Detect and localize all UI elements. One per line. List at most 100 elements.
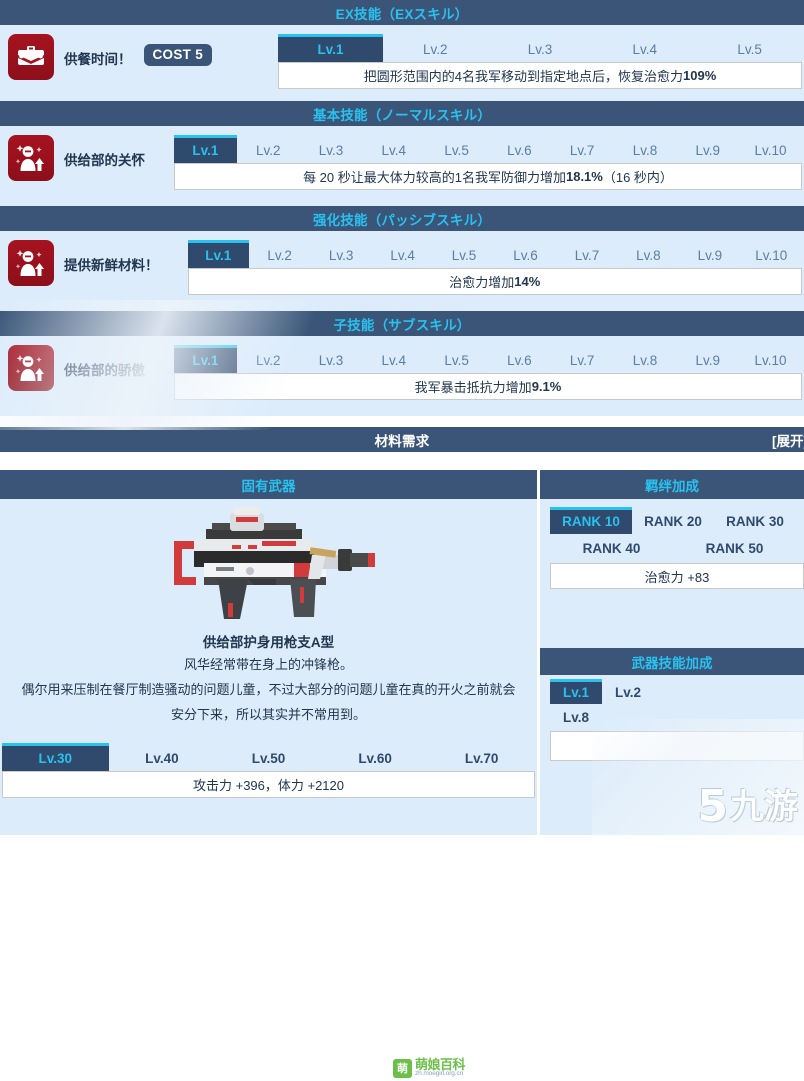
- skill-level-tab-lv7[interactable]: Lv.7: [551, 345, 614, 373]
- skill-level-tab-lv10[interactable]: Lv.10: [739, 345, 802, 373]
- skill-icon-0: [8, 34, 54, 80]
- skill-level-tab-lv9[interactable]: Lv.9: [676, 345, 739, 373]
- weapon-skill-tab-lv1[interactable]: Lv.1: [550, 679, 602, 704]
- skill-description-3: 我军暴击抵抗力增加 9.1%: [174, 373, 802, 400]
- weapon-stats: 攻击力 +396，体力 +2120: [2, 771, 535, 798]
- skill-cost-badge: COST 5: [143, 44, 213, 66]
- weapon-skill-header-title: 武器技能加成: [631, 655, 713, 671]
- skill-row-0: 供餐时间！ COST 5 Lv.1 Lv.2 Lv.3 Lv.4 Lv.5 把圆形范围内的4名…: [0, 25, 804, 101]
- skill-level-tab-lv1[interactable]: Lv.1: [174, 345, 237, 373]
- skill-level-tab-lv9[interactable]: Lv.9: [679, 240, 740, 268]
- skill-level-tabs-1: Lv.1 Lv.2 Lv.3 Lv.4 Lv.5 Lv.6 Lv.7 Lv.8 Lv.9 Lv.1…: [174, 135, 802, 163]
- moegirl-badge-icon: 萌: [393, 1058, 412, 1078]
- skill-level-area-1: Lv.1 Lv.2 Lv.3 Lv.4 Lv.5 Lv.6 Lv.7 Lv.8 Lv.9 Lv.1…: [174, 135, 802, 190]
- weapon-skill-desc: [550, 731, 804, 761]
- bond-rank-tab-rank-10[interactable]: RANK 10: [550, 507, 632, 534]
- weapon-desc-line2: 偶尔用来压制在餐厅制造骚动的问题儿童，不过大部分的问题儿童在真的开火之前就会: [21, 682, 516, 697]
- skill-level-tab-lv3[interactable]: Lv.3: [300, 135, 363, 163]
- weapon-skill-tab-lv2[interactable]: Lv.2: [602, 679, 654, 704]
- skill-level-tab-lv10[interactable]: Lv.10: [741, 240, 802, 268]
- weapon-level-tab-lv70[interactable]: Lv.70: [428, 743, 535, 771]
- bond-rank-tab-rank-50[interactable]: RANK 50: [673, 534, 796, 561]
- spacer-above-material: [0, 416, 804, 427]
- material-expand-link[interactable]: [展开]: [772, 430, 804, 450]
- skill-level-tab-lv8[interactable]: Lv.8: [618, 240, 679, 268]
- skill-level-tab-lv5[interactable]: Lv.5: [697, 34, 802, 62]
- weapon-skill-tab-lv8[interactable]: Lv.8: [550, 704, 602, 729]
- skill-icon-1: [8, 135, 54, 181]
- skill-level-tabs-2: Lv.1 Lv.2 Lv.3 Lv.4 Lv.5 Lv.6 Lv.7 Lv.8 Lv.9 Lv.1…: [187, 240, 803, 268]
- weapon-level-tab-lv40[interactable]: Lv.40: [109, 743, 216, 771]
- bond-header: 羁绊加成: [540, 470, 804, 499]
- skill-level-tab-lv8[interactable]: Lv.8: [614, 135, 677, 163]
- section-header-1: 基本技能（ノーマルスキル）: [0, 101, 804, 126]
- skill-name-0: 供餐时间！: [64, 52, 132, 67]
- skill-level-tab-lv9[interactable]: Lv.9: [676, 135, 739, 163]
- weapon-desc-line3: 安分下来，所以其实并不常用到。: [170, 707, 366, 722]
- weapon-skill-tabs-row-1: Lv.1 Lv.2: [550, 679, 804, 704]
- skill-level-tab-lv2[interactable]: Lv.2: [249, 240, 310, 268]
- buff-character-icon: [15, 250, 44, 276]
- skill-level-tab-lv5[interactable]: Lv.5: [425, 345, 488, 373]
- skill-name-2: 提供新鲜材料！: [64, 258, 159, 273]
- moegirl-url: zh.moegirl.org.cn: [415, 1070, 464, 1078]
- material-header-title: 材料需求: [374, 433, 430, 449]
- jiuyou-name: 九游: [730, 788, 798, 826]
- skill-level-tab-lv1[interactable]: Lv.1: [278, 34, 383, 62]
- weapon-header: 固有武器: [0, 470, 537, 499]
- skill-level-tab-lv5[interactable]: Lv.5: [425, 135, 488, 163]
- section-header-title: 强化技能（パッシブスキル）: [312, 212, 492, 228]
- skill-level-tab-lv3[interactable]: Lv.3: [310, 240, 371, 268]
- skill-level-tab-lv6[interactable]: Lv.6: [488, 345, 551, 373]
- skill-level-tab-lv5[interactable]: Lv.5: [433, 240, 494, 268]
- weapon-level-tab-lv50[interactable]: Lv.50: [215, 743, 322, 771]
- weapon-skill-tabs-row-2: Lv.8: [550, 704, 804, 729]
- skill-level-tab-lv2[interactable]: Lv.2: [383, 34, 488, 62]
- lunchbox-icon: [18, 46, 44, 65]
- skill-level-tab-lv1[interactable]: Lv.1: [174, 135, 237, 163]
- bond-rank-tab-rank-30[interactable]: RANK 30: [714, 507, 796, 534]
- skill-level-tab-lv10[interactable]: Lv.10: [739, 135, 802, 163]
- spacer-below-material: [0, 452, 804, 470]
- material-header: 材料需求 [展开]: [0, 427, 804, 452]
- section-header-title: EX技能（EXスキル）: [335, 6, 469, 22]
- skill-level-tab-lv8[interactable]: Lv.8: [614, 345, 677, 373]
- skill-level-tab-lv2[interactable]: Lv.2: [237, 135, 300, 163]
- section-header-title: 子技能（サブスキル）: [333, 317, 471, 333]
- skill-level-tab-lv2[interactable]: Lv.2: [237, 345, 300, 373]
- weapon-level-tab-lv60[interactable]: Lv.60: [322, 743, 429, 771]
- section-header-0: EX技能（EXスキル）: [0, 0, 804, 25]
- skill-level-tab-lv4[interactable]: Lv.4: [362, 135, 425, 163]
- weapon-level-tab-lv30[interactable]: Lv.30: [2, 743, 109, 771]
- skill-level-tab-lv6[interactable]: Lv.6: [488, 135, 551, 163]
- bond-panel: 羁绊加成 RANK 10 RANK 20 RANK 30 RANK 40 RANK 5…: [540, 470, 804, 835]
- bond-rank-tab-rank-20[interactable]: RANK 20: [632, 507, 714, 534]
- section-header-title: 基本技能（ノーマルスキル）: [312, 107, 492, 123]
- skill-level-tab-lv7[interactable]: Lv.7: [551, 135, 614, 163]
- section-header-3: 子技能（サブスキル）: [0, 311, 804, 336]
- weapon-panel: 固有武器 供给部护身用枪支A型 风华经常带在身上的冲锋枪。 偶尔用来压制在餐厅制…: [0, 470, 537, 1081]
- bond-effect: 治愈力 +83: [550, 563, 804, 589]
- skill-level-tab-lv4[interactable]: Lv.4: [362, 345, 425, 373]
- skill-level-tab-lv6[interactable]: Lv.6: [495, 240, 556, 268]
- skill-level-tab-lv1[interactable]: Lv.1: [187, 240, 249, 268]
- skill-level-area-3: Lv.1 Lv.2 Lv.3 Lv.4 Lv.5 Lv.6 Lv.7 Lv.8 Lv.9 Lv.1…: [174, 345, 802, 400]
- skill-name-1: 供给部的关怀: [64, 153, 145, 168]
- weapon-desc-line1: 风华经常带在身上的冲锋枪。: [183, 657, 353, 672]
- weapon-name: 供给部护身用枪支A型: [202, 635, 335, 650]
- skill-level-area-2: Lv.1 Lv.2 Lv.3 Lv.4 Lv.5 Lv.6 Lv.7 Lv.8 Lv.9 Lv.1…: [187, 240, 803, 295]
- skill-level-tab-lv3[interactable]: Lv.3: [300, 345, 363, 373]
- skill-level-tab-lv4[interactable]: Lv.4: [372, 240, 433, 268]
- skill-level-tab-lv4[interactable]: Lv.4: [592, 34, 697, 62]
- skill-level-tab-lv7[interactable]: Lv.7: [556, 240, 617, 268]
- skill-icon-3: [8, 345, 54, 391]
- skill-level-tab-lv3[interactable]: Lv.3: [488, 34, 593, 62]
- moegirl-name: 萌娘百科: [415, 1056, 466, 1072]
- bond-rank-row-1: RANK 10 RANK 20 RANK 30: [550, 507, 796, 534]
- bond-rank-tab-rank-40[interactable]: RANK 40: [550, 534, 673, 561]
- section-header-2: 强化技能（パッシブスキル）: [0, 206, 804, 231]
- bond-rank-block: RANK 10 RANK 20 RANK 30 RANK 40 RANK 50 治愈力…: [540, 499, 804, 589]
- bond-rank-row-2: RANK 40 RANK 50: [550, 534, 796, 561]
- weapon-level-block: Lv.30 Lv.40 Lv.50 Lv.60 Lv.70 攻击力 +396，体力 +2…: [0, 743, 537, 798]
- skills-region: EX技能（EXスキル） 供餐时间！ COST 5 Lv.1 Lv.2 Lv.3 Lv.4 L…: [0, 0, 804, 416]
